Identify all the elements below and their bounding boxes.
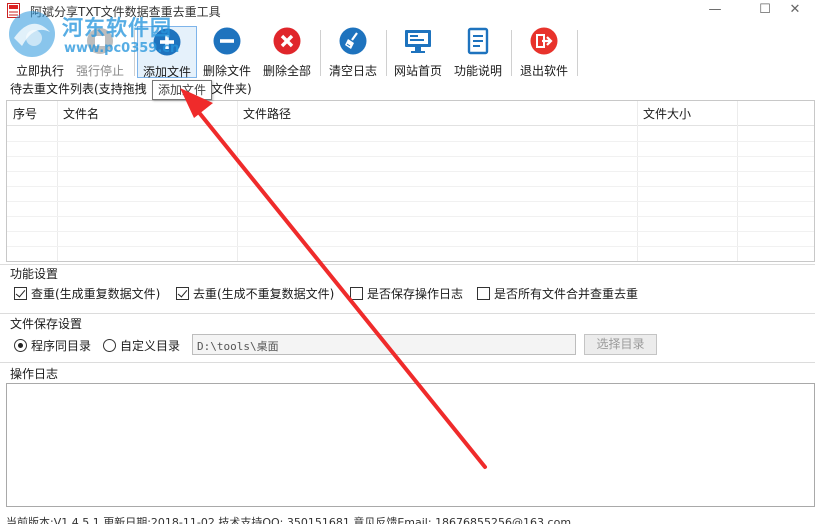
toolbar: 立即执行 强行停止 添加文件 删除文件 删除全部 清空日志 网站首页 功能说明 … bbox=[0, 22, 815, 80]
toolbar-separator bbox=[511, 30, 512, 76]
row-divider bbox=[7, 201, 814, 202]
log-title: 操作日志 bbox=[10, 365, 59, 382]
toolbar-separator bbox=[134, 30, 135, 76]
merge-files-option[interactable]: 是否所有文件合并查重去重 bbox=[477, 285, 638, 301]
group-divider bbox=[0, 313, 815, 314]
column-header-index[interactable]: 序号 bbox=[13, 105, 37, 122]
toolbar-separator bbox=[386, 30, 387, 76]
column-header-path[interactable]: 文件路径 bbox=[243, 105, 291, 122]
function-settings-title: 功能设置 bbox=[10, 265, 59, 282]
file-list-label-suffix: 文件夹) bbox=[211, 80, 252, 97]
row-divider bbox=[7, 216, 814, 217]
broom-icon bbox=[339, 27, 367, 55]
stop-label: 强行停止 bbox=[75, 64, 124, 78]
custom-dir-label: 自定义目录 bbox=[120, 338, 181, 353]
delete-all-button[interactable]: 删除全部 bbox=[259, 26, 315, 78]
save-settings-title: 文件保存设置 bbox=[10, 315, 83, 332]
toolbar-separator bbox=[320, 30, 321, 76]
add-file-tooltip: 添加文件 bbox=[152, 80, 213, 100]
delete-file-label: 删除文件 bbox=[202, 64, 251, 78]
run-label: 立即执行 bbox=[15, 64, 64, 78]
dup-check-checkbox[interactable] bbox=[14, 286, 27, 300]
merge-files-label: 是否所有文件合并查重去重 bbox=[494, 286, 639, 301]
stop-icon bbox=[87, 28, 113, 54]
log-textarea[interactable] bbox=[6, 383, 815, 507]
homepage-label: 网站首页 bbox=[393, 64, 442, 78]
save-log-checkbox[interactable] bbox=[350, 286, 363, 300]
app-icon bbox=[7, 3, 20, 18]
column-header-size[interactable]: 文件大小 bbox=[643, 105, 691, 122]
help-label: 功能说明 bbox=[453, 64, 502, 78]
custom-dir-radio[interactable] bbox=[103, 338, 116, 352]
dedup-option[interactable]: 去重(生成不重复数据文件) bbox=[176, 285, 334, 301]
choose-dir-button[interactable]: 选择目录 bbox=[584, 334, 657, 355]
column-divider bbox=[637, 101, 638, 261]
column-divider bbox=[237, 101, 238, 261]
monitor-icon bbox=[405, 30, 431, 53]
group-divider bbox=[0, 362, 815, 363]
group-divider bbox=[0, 264, 815, 265]
row-divider bbox=[7, 171, 814, 172]
save-log-option[interactable]: 是否保存操作日志 bbox=[350, 285, 463, 301]
delete-file-button[interactable]: 删除文件 bbox=[199, 26, 255, 78]
exit-button[interactable]: 退出软件 bbox=[516, 26, 572, 78]
exit-icon bbox=[530, 27, 558, 55]
column-divider bbox=[737, 101, 738, 261]
toolbar-separator bbox=[577, 30, 578, 76]
row-divider bbox=[7, 156, 814, 157]
dup-check-label: 查重(生成重复数据文件) bbox=[31, 286, 161, 301]
merge-files-checkbox[interactable] bbox=[477, 286, 490, 300]
dedup-checkbox[interactable] bbox=[176, 286, 189, 300]
dedup-label: 去重(生成不重复数据文件) bbox=[193, 286, 335, 301]
file-list[interactable]: 序号 文件名 文件路径 文件大小 bbox=[6, 100, 815, 262]
clear-log-button[interactable]: 清空日志 bbox=[325, 26, 381, 78]
document-icon bbox=[467, 27, 489, 55]
status-bar: 当前版本:V1.4.5.1 更新日期:2018-11-02 技术支持QQ: 35… bbox=[6, 516, 572, 524]
save-path-input[interactable]: D:\tools\桌面 bbox=[192, 334, 576, 355]
row-divider bbox=[7, 186, 814, 187]
add-file-label: 添加文件 bbox=[142, 65, 191, 79]
save-log-label: 是否保存操作日志 bbox=[367, 286, 464, 301]
close-window-button[interactable]: ✕ bbox=[775, 0, 815, 22]
delete-all-icon bbox=[273, 27, 301, 55]
row-divider bbox=[7, 231, 814, 232]
exit-label: 退出软件 bbox=[519, 64, 568, 78]
minimize-button[interactable]: — bbox=[695, 0, 735, 22]
title-bar: 阿斌分享TXT文件数据查重去重工具 — ☐ ✕ bbox=[0, 0, 815, 22]
dup-check-option[interactable]: 查重(生成重复数据文件) bbox=[14, 285, 160, 301]
custom-dir-option[interactable]: 自定义目录 bbox=[103, 337, 180, 353]
add-file-button[interactable]: 添加文件 bbox=[137, 26, 197, 79]
help-button[interactable]: 功能说明 bbox=[450, 26, 506, 78]
same-dir-option[interactable]: 程序同目录 bbox=[14, 337, 91, 353]
run-button[interactable]: 立即执行 bbox=[10, 26, 70, 78]
stop-button[interactable]: 强行停止 bbox=[72, 26, 128, 78]
same-dir-label: 程序同目录 bbox=[31, 338, 92, 353]
column-header-filename[interactable]: 文件名 bbox=[63, 105, 99, 122]
add-icon bbox=[153, 28, 181, 56]
delete-all-label: 删除全部 bbox=[262, 64, 311, 78]
same-dir-radio[interactable] bbox=[14, 338, 27, 352]
file-list-label: 待去重文件列表(支持拖拽 bbox=[10, 80, 147, 97]
minus-icon bbox=[213, 27, 241, 55]
homepage-button[interactable]: 网站首页 bbox=[390, 26, 446, 78]
window-title: 阿斌分享TXT文件数据查重去重工具 bbox=[30, 5, 221, 19]
row-divider bbox=[7, 141, 814, 142]
column-divider bbox=[57, 101, 58, 261]
file-list-header: 序号 文件名 文件路径 文件大小 bbox=[7, 101, 814, 126]
clear-log-label: 清空日志 bbox=[328, 64, 377, 78]
row-divider bbox=[7, 246, 814, 247]
